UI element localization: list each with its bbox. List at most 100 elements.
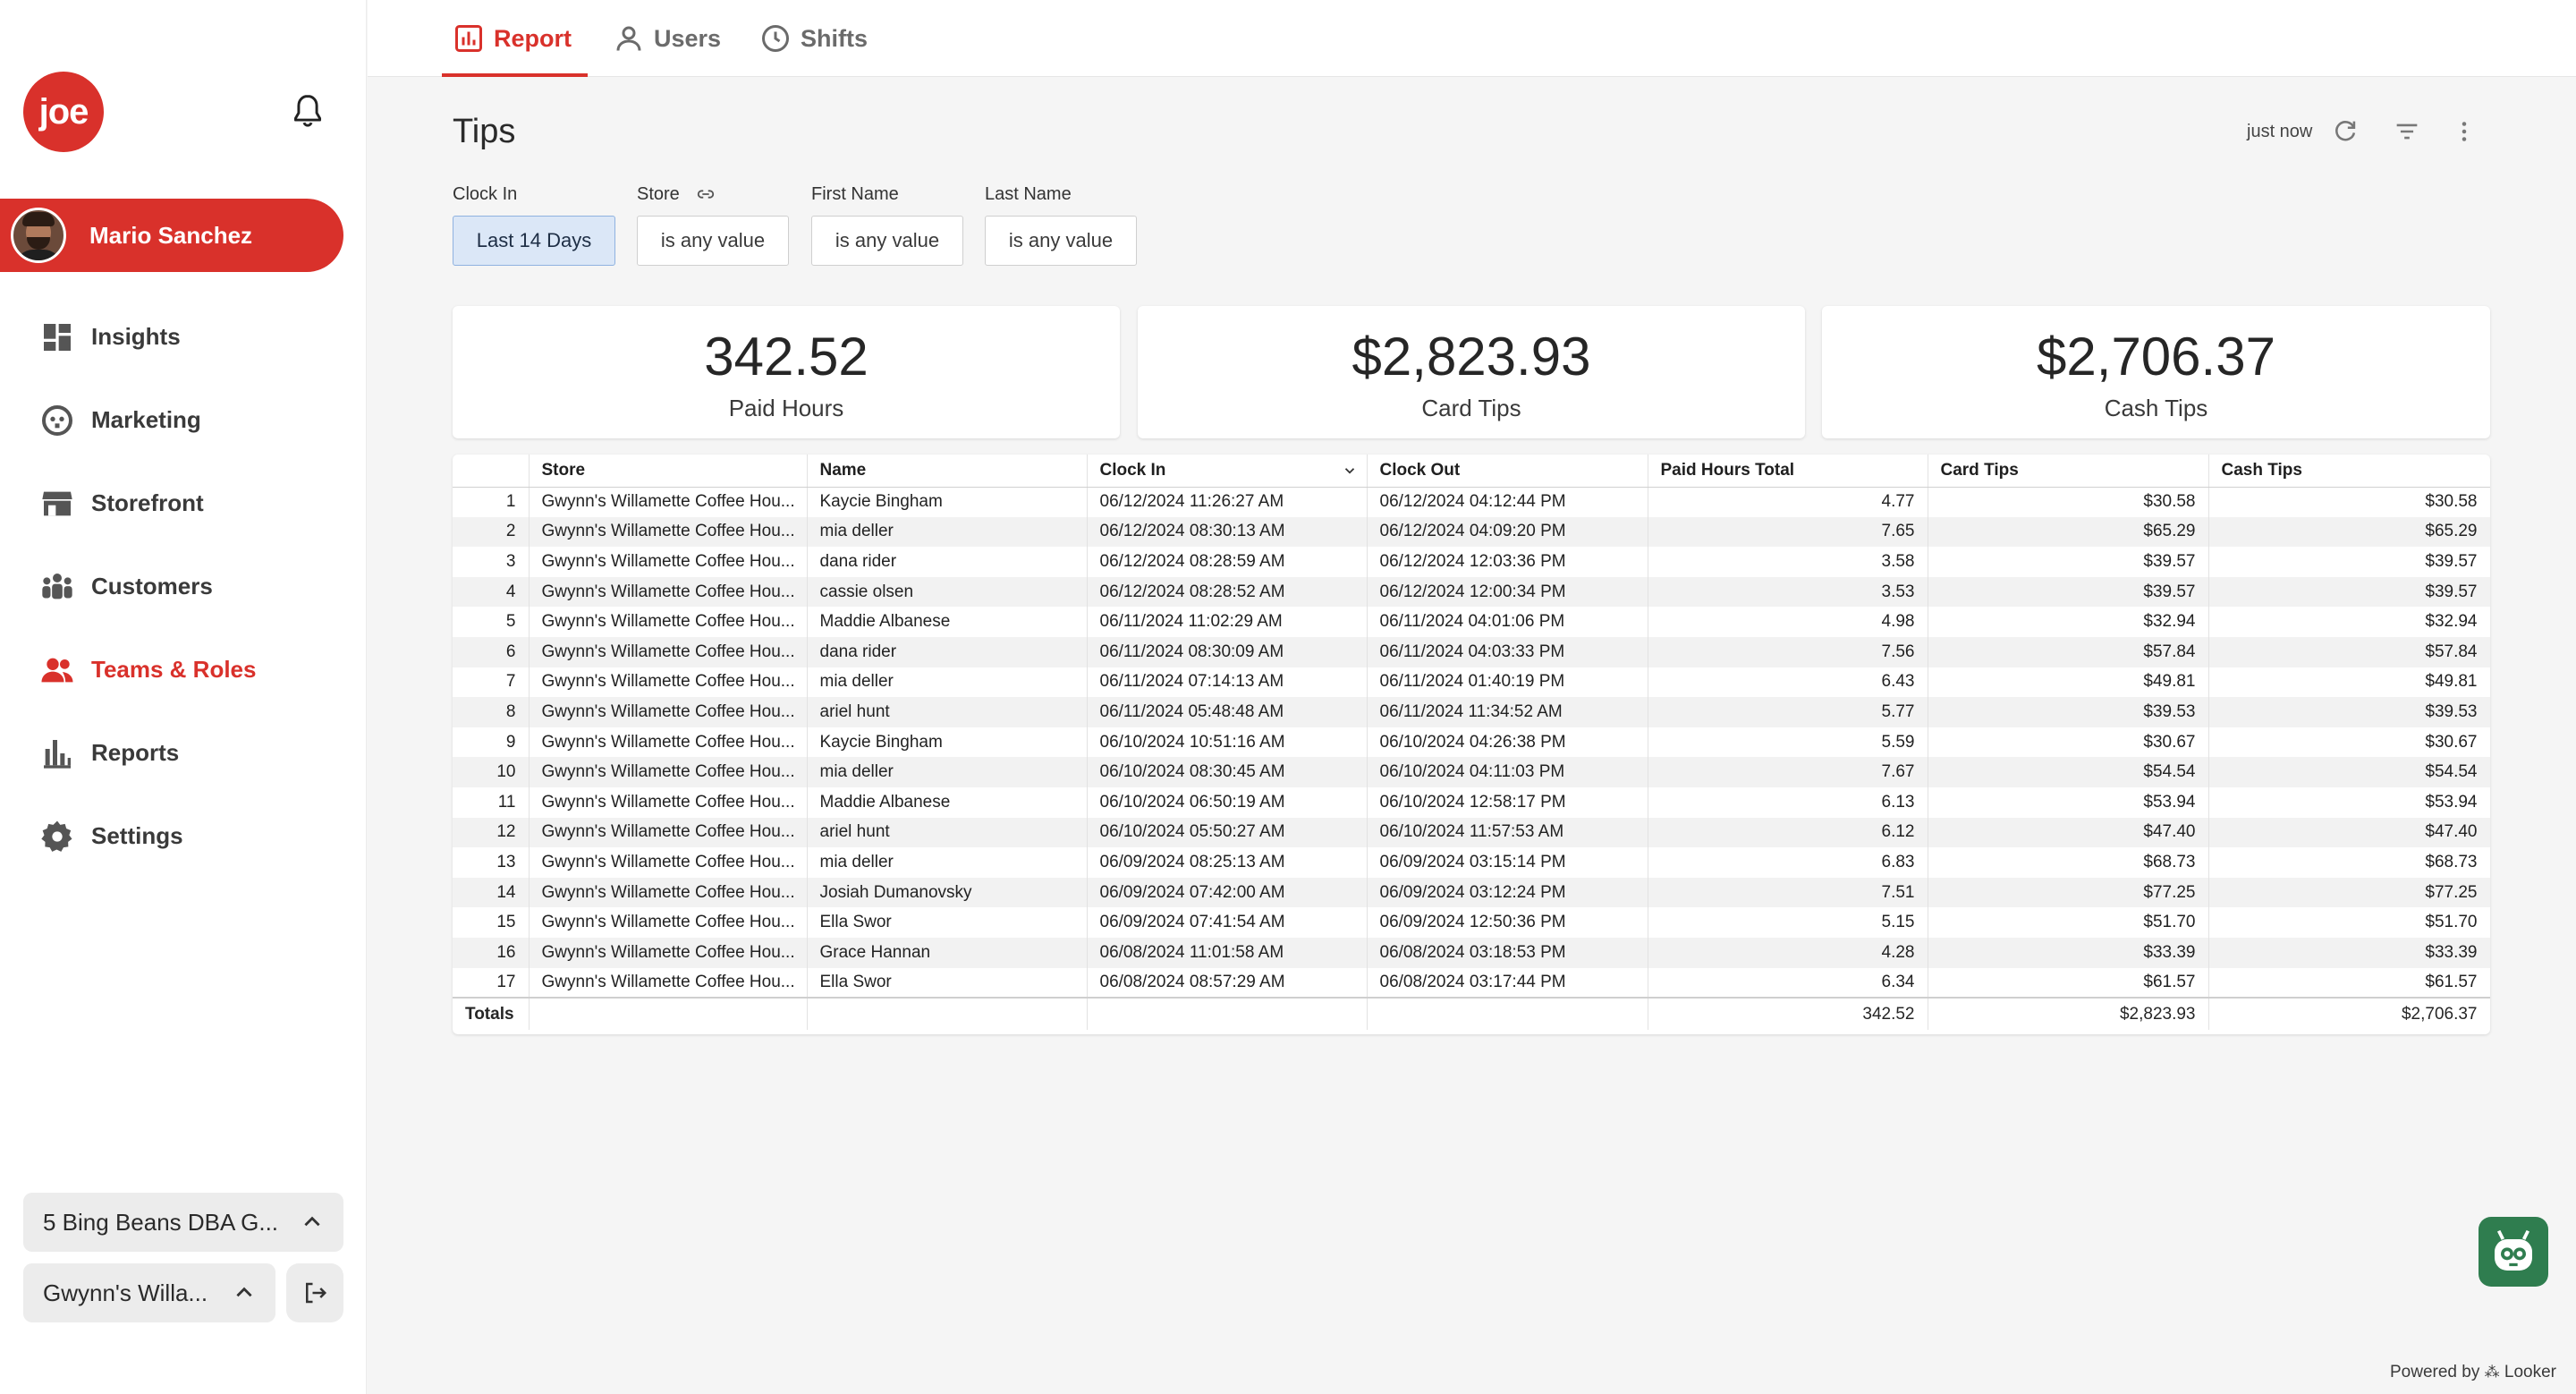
powered-by-looker[interactable]: Powered by ⁂ Looker [2390,1363,2556,1382]
table-row[interactable]: 9 Gwynn's Willamette Coffee Hou... Kaycie … [453,727,2490,758]
kpi-label: Cash Tips [2104,395,2208,421]
cell-row-index: 15 [453,907,530,938]
logout-button[interactable] [286,1263,343,1322]
cell-paid-hours-total: 7.67 [1648,757,1928,787]
cell-card-tips: $53.94 [1928,786,2209,818]
column-header-card-tips[interactable]: Card Tips [1928,455,2209,488]
user-profile-button[interactable]: Mario Sanchez [0,199,343,272]
cell-name: ariel hunt [807,697,1088,727]
cell-paid-hours-total: 3.53 [1648,576,1928,608]
sidebar-item-marketing[interactable]: Marketing [0,378,367,462]
logo-text: joe [38,91,89,132]
cell-clock-out: 06/09/2024 03:12:24 PM [1367,877,1648,908]
joe-logo[interactable]: joe [23,72,104,152]
table-row[interactable]: 12 Gwynn's Willamette Coffee Hou... ariel … [453,817,2490,848]
table-row[interactable]: 10 Gwynn's Willamette Coffee Hou... mia de… [453,757,2490,787]
table-row[interactable]: 8 Gwynn's Willamette Coffee Hou... ariel h… [453,697,2490,727]
store-select[interactable]: Gwynn's Willa... [23,1263,275,1322]
column-header-index [453,455,530,488]
table-row[interactable]: 5 Gwynn's Willamette Coffee Hou... Maddie … [453,607,2490,637]
cell-card-tips: $77.25 [1928,877,2209,908]
cell-clock-in: 06/08/2024 08:57:29 AM [1087,967,1368,999]
cell-store: Gwynn's Willamette Coffee Hou... [529,607,808,637]
column-header-cash-tips[interactable]: Cash Tips [2208,455,2490,488]
refresh-icon[interactable] [2330,116,2360,147]
tips-table-card: Store Name Clock In Clock Out Paid Hours… [453,455,2490,1034]
cell-name: Grace Hannan [807,937,1088,968]
table-row[interactable]: 13 Gwynn's Willamette Coffee Hou... mia de… [453,847,2490,878]
cell-name: cassie olsen [807,576,1088,608]
table-row[interactable]: 15 Gwynn's Willamette Coffee Hou... Ella S… [453,907,2490,938]
tab-report[interactable]: Report [442,0,588,77]
table-row[interactable]: 14 Gwynn's Willamette Coffee Hou... Josiah… [453,877,2490,908]
bell-icon[interactable] [288,89,327,132]
table-row[interactable]: 4 Gwynn's Willamette Coffee Hou... cassie … [453,576,2490,608]
sidebar-item-customers[interactable]: Customers [0,545,367,628]
table-row[interactable]: 6 Gwynn's Willamette Coffee Hou... dana ri… [453,636,2490,667]
cell-cash-tips: $54.54 [2208,757,2490,787]
sidebar-item-storefront[interactable]: Storefront [0,462,367,545]
column-header-name[interactable]: Name [807,455,1088,488]
chevron-up-icon [236,1287,252,1297]
cell-name: ariel hunt [807,817,1088,848]
filter-icon[interactable] [2392,116,2422,147]
column-header-clock-in[interactable]: Clock In [1087,455,1368,488]
column-header-clock-out[interactable]: Clock Out [1367,455,1648,488]
table-row[interactable]: 16 Gwynn's Willamette Coffee Hou... Grace … [453,937,2490,968]
table-row[interactable]: 1 Gwynn's Willamette Coffee Hou... Kaycie … [453,487,2490,517]
sidebar-item-label: Insights [91,323,181,350]
cell-clock-in: 06/10/2024 10:51:16 AM [1087,727,1368,758]
tips-table: Store Name Clock In Clock Out Paid Hours… [453,455,2490,1031]
looker-logo-icon: ⁂ [2484,1364,2500,1381]
last-name-filter[interactable]: is any value [985,216,1137,266]
organization-select-value: 5 Bing Beans DBA G... [43,1208,279,1236]
cell-store: Gwynn's Willamette Coffee Hou... [529,817,808,848]
table-row[interactable]: 7 Gwynn's Willamette Coffee Hou... mia del… [453,667,2490,698]
column-header-paid-hours-total[interactable]: Paid Hours Total [1648,455,1928,488]
cell-clock-out: 06/11/2024 01:40:19 PM [1367,667,1648,698]
kpi-label: Card Tips [1421,395,1521,421]
tab-users[interactable]: Users [613,0,721,77]
cell-clock-in: 06/11/2024 05:48:48 AM [1087,697,1368,727]
cell-card-tips: $32.94 [1928,607,2209,637]
tab-shifts[interactable]: Shifts [759,0,868,77]
table-row[interactable]: 2 Gwynn's Willamette Coffee Hou... mia del… [453,516,2490,548]
clock-in-filter[interactable]: Last 14 Days [453,216,615,266]
sidebar-item-reports[interactable]: Reports [0,711,367,795]
cell-row-index: 11 [453,786,530,818]
table-row[interactable]: 11 Gwynn's Willamette Coffee Hou... Maddie… [453,786,2490,818]
cell-card-tips: $51.70 [1928,907,2209,938]
first-name-filter[interactable]: is any value [811,216,963,266]
cell-store: Gwynn's Willamette Coffee Hou... [529,786,808,818]
store-filter[interactable]: is any value [637,216,789,266]
cell-clock-in: 06/12/2024 08:30:13 AM [1087,516,1368,548]
more-vert-icon[interactable] [2449,116,2479,147]
cell-clock-in: 06/10/2024 08:30:45 AM [1087,757,1368,787]
storefront-icon [42,491,72,515]
sidebar-item-teams-roles[interactable]: Teams & Roles [0,628,367,711]
robot-icon [2495,1229,2532,1271]
column-header-store[interactable]: Store [529,455,808,488]
cell-cash-tips: $39.57 [2208,576,2490,608]
cell-cash-tips: $39.53 [2208,697,2490,727]
cell-clock-out: 06/11/2024 04:03:33 PM [1367,636,1648,667]
cell-clock-in: 06/10/2024 06:50:19 AM [1087,786,1368,818]
assistant-bot-button[interactable] [2479,1217,2548,1287]
cell-paid-hours-total: 6.34 [1648,967,1928,999]
cell-store: Gwynn's Willamette Coffee Hou... [529,907,808,938]
sidebar-item-settings[interactable]: Settings [0,795,367,878]
cell-card-tips: $30.58 [1928,487,2209,517]
clock-icon [762,25,789,52]
cell-store: Gwynn's Willamette Coffee Hou... [529,967,808,999]
organization-select[interactable]: 5 Bing Beans DBA G... [23,1193,343,1252]
cell-card-tips: $68.73 [1928,847,2209,878]
table-row[interactable]: 3 Gwynn's Willamette Coffee Hou... dana ri… [453,547,2490,577]
cell-card-tips: $57.84 [1928,636,2209,667]
cell-cash-tips: $77.25 [2208,877,2490,908]
cell-clock-out: 06/12/2024 12:03:36 PM [1367,547,1648,577]
table-row[interactable]: 17 Gwynn's Willamette Coffee Hou... Ella S… [453,967,2490,999]
sidebar-item-insights[interactable]: Insights [0,295,367,378]
dashboard-icon [44,323,71,351]
cell-cash-tips: $61.57 [2208,967,2490,999]
cell-cash-tips: $33.39 [2208,937,2490,968]
